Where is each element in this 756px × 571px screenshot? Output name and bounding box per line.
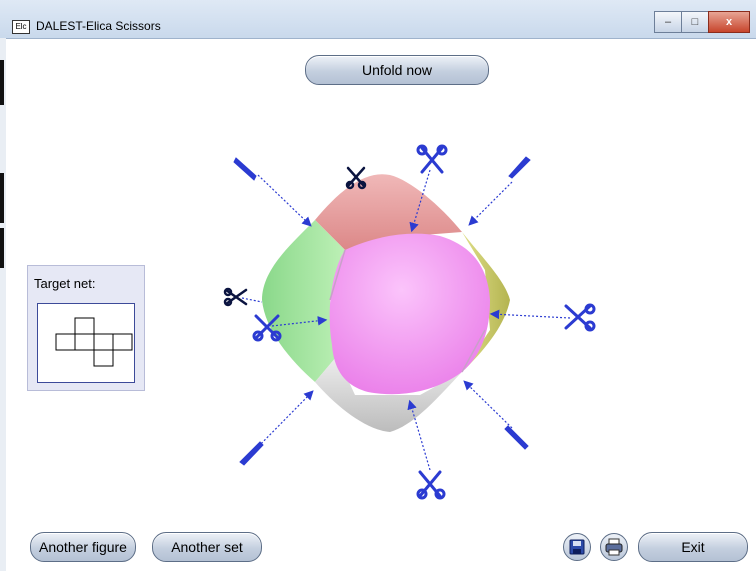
save-button[interactable] [563,533,591,561]
scissors-icon[interactable] [416,470,446,500]
figure-canvas [223,144,596,500]
cut-line [463,380,513,429]
knife-icon[interactable] [508,156,531,179]
another-set-button[interactable]: Another set [152,532,262,562]
printer-icon [605,538,623,556]
exit-button[interactable]: Exit [638,532,748,562]
knife-icon[interactable] [239,441,264,466]
cut-line [468,181,513,226]
scissors-icon[interactable] [564,303,596,332]
cut-line [257,174,312,227]
scissors-icon[interactable] [416,144,448,174]
save-icon [569,539,585,555]
scissors-icon[interactable] [223,287,248,307]
cut-line [241,297,263,303]
knife-icon[interactable] [504,425,529,450]
knife-icon[interactable] [233,157,257,181]
another-figure-button[interactable]: Another figure [30,532,136,562]
print-button[interactable] [600,533,628,561]
front-face[interactable] [329,233,490,395]
